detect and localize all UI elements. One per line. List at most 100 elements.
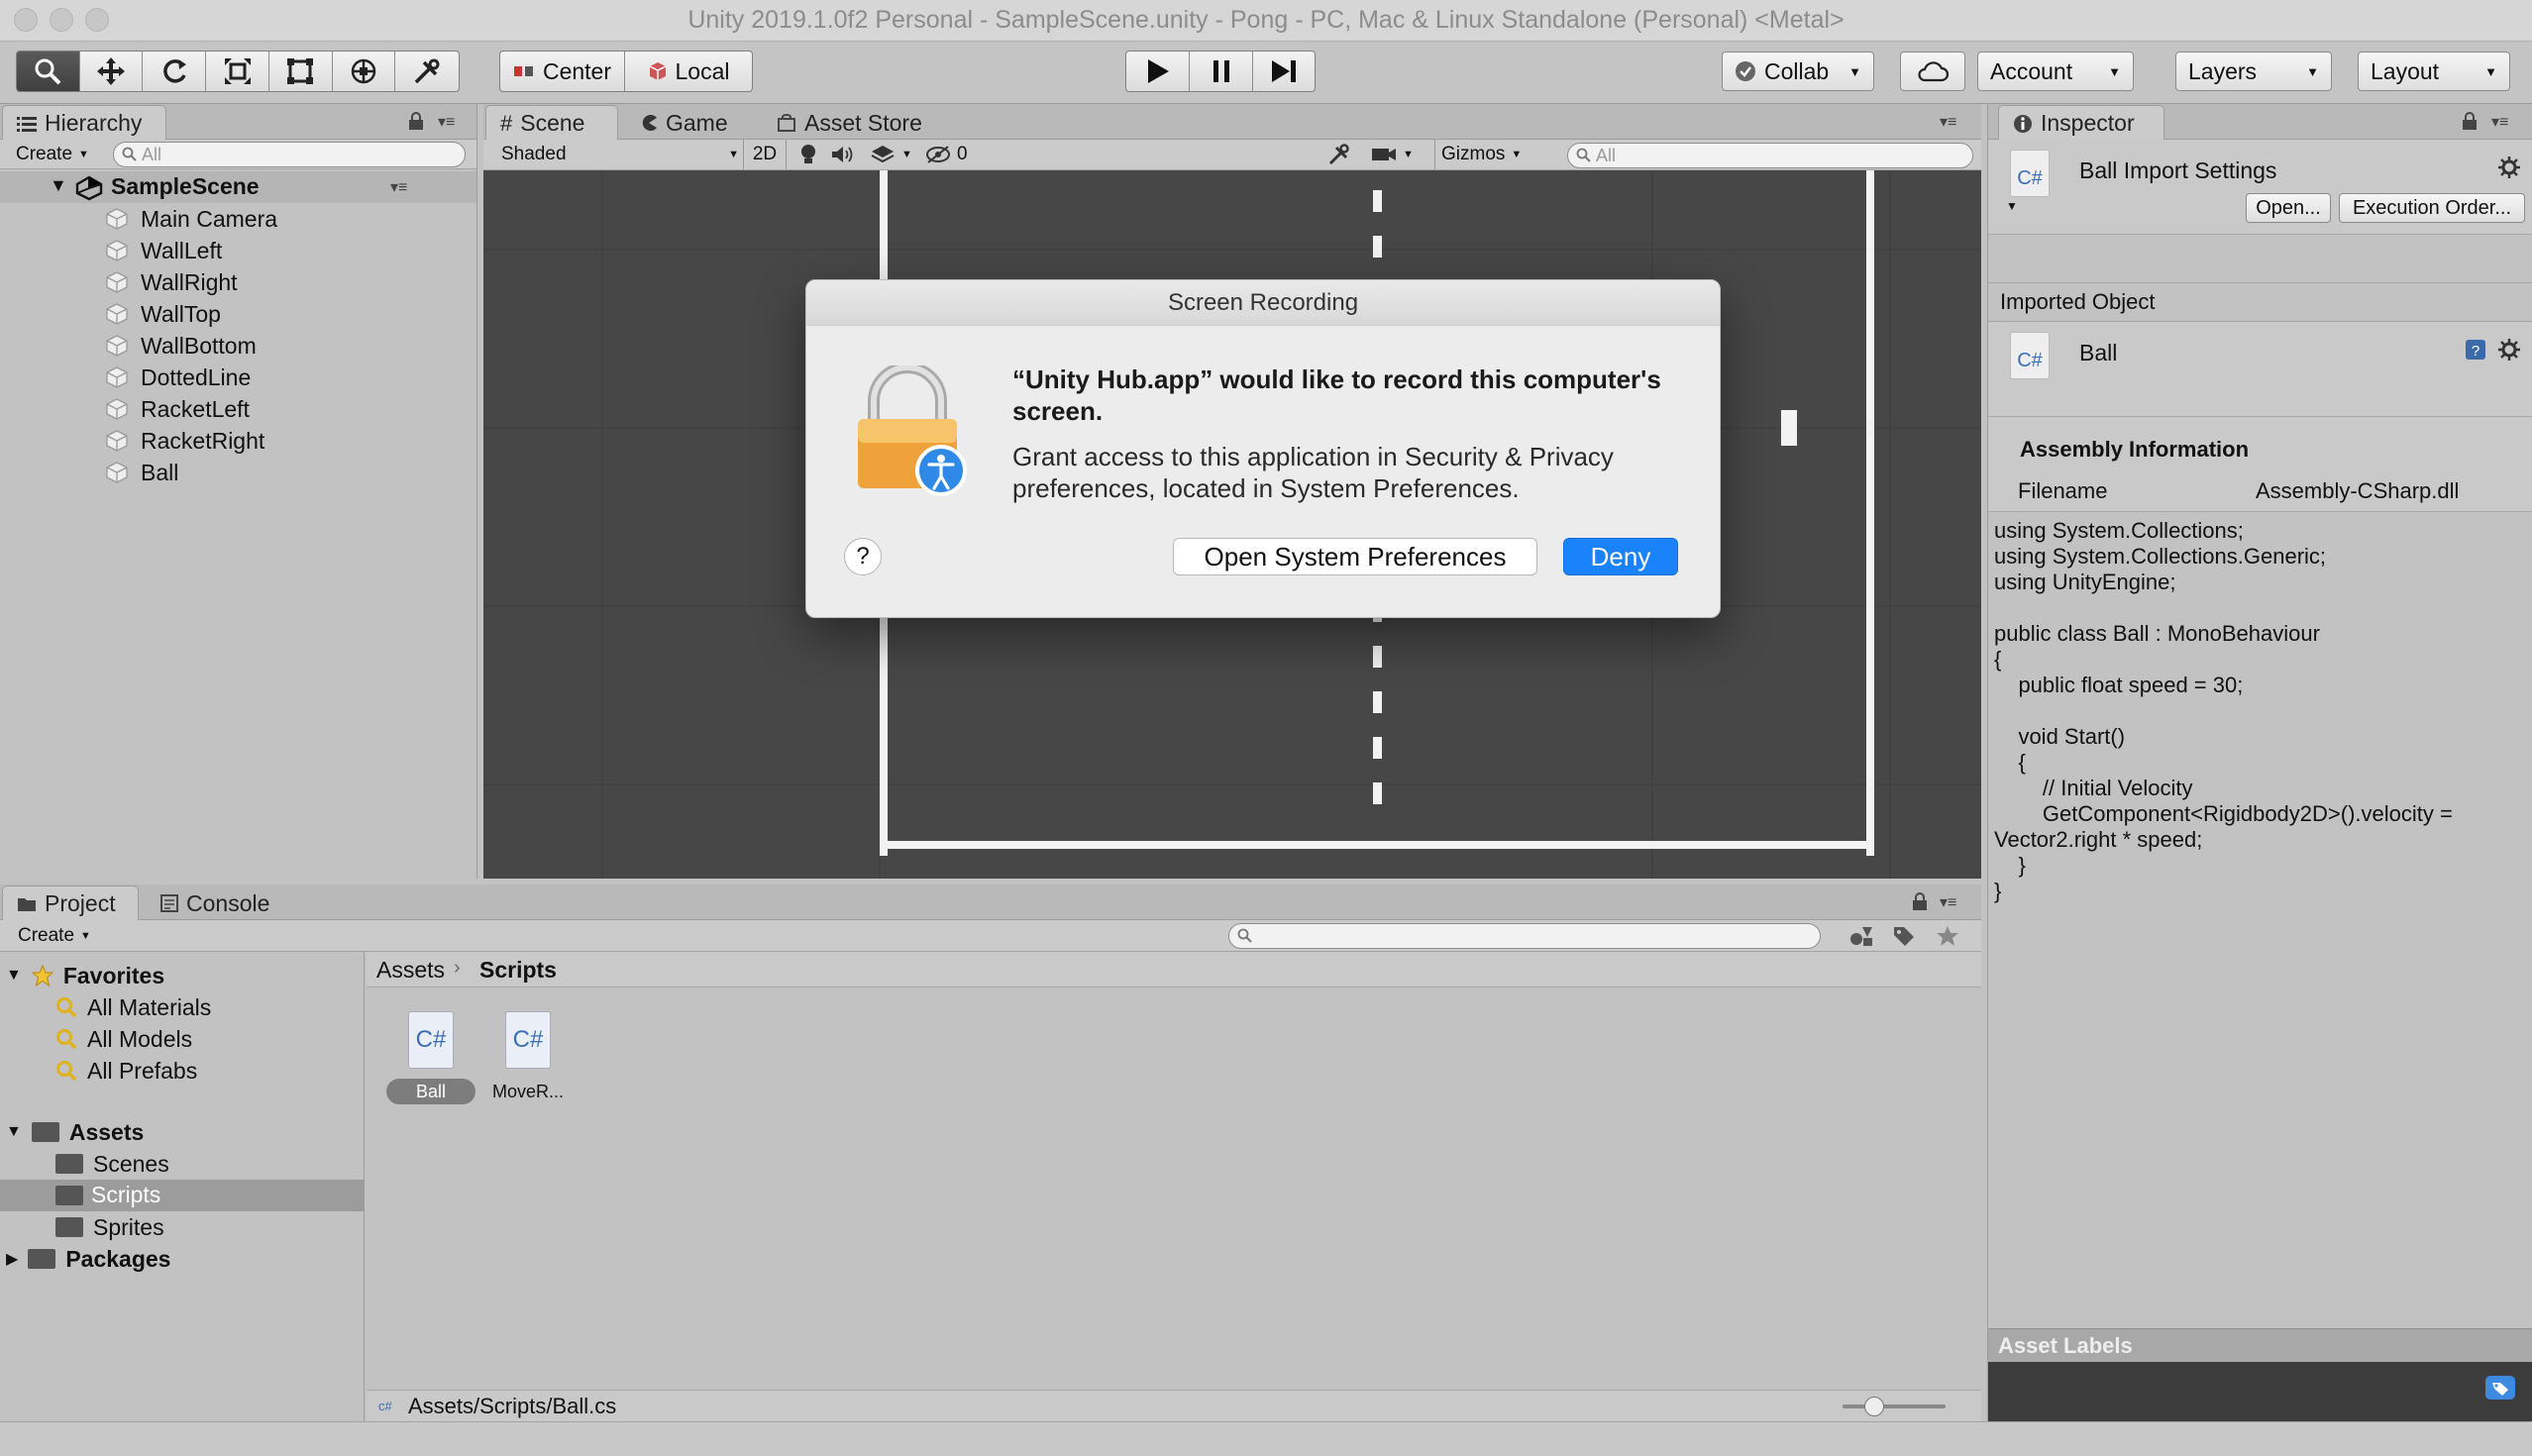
play-button[interactable]: [1126, 52, 1190, 91]
lock-icon[interactable]: [1912, 892, 1928, 910]
tab-inspector[interactable]: Inspector: [1998, 105, 2164, 141]
hierarchy-item[interactable]: RacketLeft: [105, 393, 250, 425]
rotate-tool-button[interactable]: [143, 52, 207, 91]
breadcrumb-root[interactable]: Assets: [376, 957, 445, 984]
folder-item-label: Sprites: [93, 1213, 164, 1240]
hierarchy-search-input[interactable]: All: [113, 142, 466, 167]
layers-dropdown[interactable]: Layers ▼: [2175, 52, 2332, 91]
lock-icon[interactable]: [408, 112, 424, 130]
hierarchy-item[interactable]: DottedLine: [105, 362, 251, 393]
assets-folder-item-selected[interactable]: Scripts: [0, 1180, 364, 1211]
panel-menu-icon[interactable]: ▾≡: [2491, 112, 2508, 132]
gear-icon[interactable]: [2497, 338, 2521, 362]
chevron-down-icon: ▼: [1848, 63, 1861, 79]
expand-triangle-icon[interactable]: ▼: [50, 175, 67, 196]
view-tool-button[interactable]: [17, 52, 80, 91]
scene-tools-button[interactable]: [1327, 140, 1351, 169]
scene-root-row[interactable]: ▼ SampleScene ▾≡: [0, 171, 476, 203]
effects-dropdown[interactable]: ▼: [870, 140, 912, 169]
shading-mode-label: Shaded: [501, 144, 567, 164]
shading-mode-dropdown[interactable]: Shaded ▼: [501, 140, 739, 169]
open-system-preferences-button[interactable]: Open System Preferences: [1173, 538, 1537, 575]
camera-dropdown[interactable]: ▼: [1371, 140, 1414, 169]
pacman-game-icon: [642, 115, 657, 131]
pivot-center-button[interactable]: Center: [500, 52, 625, 91]
search-filter-icon: [56, 1029, 77, 1050]
assets-section[interactable]: ▼ Assets: [6, 1116, 144, 1148]
favorites-item[interactable]: All Materials: [55, 991, 211, 1023]
tab-asset-store[interactable]: Asset Store: [763, 105, 936, 141]
dialog-heading: “Unity Hub.app” would like to record thi…: [1012, 364, 1661, 426]
panel-menu-icon[interactable]: ▾≡: [1940, 892, 1956, 912]
hierarchy-item[interactable]: WallBottom: [105, 330, 257, 362]
packages-section[interactable]: ▶ Packages: [6, 1243, 170, 1275]
assembly-header: Assembly Information: [2020, 437, 2250, 462]
breadcrumb-current[interactable]: Scripts: [479, 957, 557, 984]
expand-triangle-right-icon[interactable]: ▶: [6, 1249, 18, 1269]
step-button[interactable]: [1253, 52, 1315, 91]
help-button[interactable]: ?: [844, 538, 882, 575]
panel-menu-icon[interactable]: ▾≡: [1940, 112, 1956, 132]
gizmos-dropdown[interactable]: Gizmos ▼: [1434, 140, 1522, 169]
2d-toggle[interactable]: 2D: [743, 140, 787, 169]
tab-console[interactable]: Console: [147, 885, 283, 921]
expand-triangle-icon[interactable]: ▼: [6, 967, 22, 985]
file-item[interactable]: C# Ball: [386, 1011, 475, 1110]
hierarchy-item[interactable]: WallRight: [105, 266, 238, 298]
execution-order-button[interactable]: Execution Order...: [2339, 193, 2525, 223]
hidden-objects-toggle[interactable]: 0: [925, 140, 968, 169]
scale-tool-button[interactable]: [206, 52, 269, 91]
assets-folder-item[interactable]: Sprites: [55, 1211, 164, 1243]
hierarchy-item[interactable]: RacketRight: [105, 425, 264, 457]
lighting-toggle[interactable]: [798, 140, 818, 169]
hierarchy-item[interactable]: Main Camera: [105, 203, 277, 235]
icon-size-slider[interactable]: [1843, 1404, 1946, 1408]
tab-hierarchy[interactable]: Hierarchy: [2, 105, 166, 141]
folder-icon: [55, 1217, 83, 1237]
tab-game[interactable]: Game: [626, 105, 742, 141]
scene-search-input[interactable]: All: [1567, 143, 1973, 168]
filter-by-label-icon[interactable]: [1892, 925, 1916, 947]
gear-icon[interactable]: [2497, 156, 2521, 179]
star-favorite-icon[interactable]: [1936, 925, 1959, 947]
hierarchy-item-label: Ball: [141, 459, 179, 485]
expand-triangle-icon[interactable]: ▼: [2006, 199, 2018, 213]
deny-button[interactable]: Deny: [1563, 538, 1678, 575]
rect-tool-button[interactable]: [269, 52, 333, 91]
hierarchy-item[interactable]: WallLeft: [105, 235, 222, 266]
lock-icon[interactable]: [2462, 112, 2478, 130]
help-book-icon[interactable]: ?: [2464, 338, 2487, 362]
unity-scene-icon: [75, 175, 103, 201]
tab-scene[interactable]: # Scene: [485, 105, 618, 141]
hierarchy-item[interactable]: WallTop: [105, 298, 221, 330]
custom-tool-button[interactable]: [395, 52, 459, 91]
favorites-item[interactable]: All Prefabs: [55, 1055, 197, 1087]
slider-thumb[interactable]: [1864, 1397, 1884, 1416]
collab-dropdown[interactable]: Collab ▼: [1722, 52, 1874, 91]
transform-tool-button[interactable]: [333, 52, 396, 91]
cloud-button[interactable]: [1900, 52, 1965, 91]
scene-menu-icon[interactable]: ▾≡: [390, 177, 407, 197]
pause-button[interactable]: [1190, 52, 1253, 91]
hierarchy-create-dropdown[interactable]: Create ▼: [16, 140, 89, 169]
space-local-button[interactable]: Local: [625, 52, 752, 91]
audio-toggle[interactable]: [830, 140, 854, 169]
file-item[interactable]: C# MoveR...: [483, 1011, 573, 1110]
expand-triangle-icon[interactable]: ▼: [6, 1123, 22, 1141]
assets-folder-item[interactable]: Scenes: [55, 1148, 169, 1180]
panel-menu-icon[interactable]: ▾≡: [438, 112, 455, 132]
hierarchy-item[interactable]: Ball: [105, 457, 178, 488]
move-tool-button[interactable]: [80, 52, 144, 91]
tab-project[interactable]: Project: [2, 885, 139, 921]
folder-icon: [55, 1154, 83, 1174]
project-search-input[interactable]: [1228, 923, 1821, 949]
speaker-icon: [832, 147, 853, 162]
project-create-dropdown[interactable]: Create ▼: [18, 921, 91, 951]
account-dropdown[interactable]: Account ▼: [1977, 52, 2134, 91]
favorites-item[interactable]: All Models: [55, 1023, 192, 1055]
filter-by-type-icon[interactable]: [1848, 925, 1874, 947]
open-button[interactable]: Open...: [2246, 193, 2331, 223]
tag-icon[interactable]: [2485, 1376, 2515, 1400]
layout-dropdown[interactable]: Layout ▼: [2358, 52, 2510, 91]
favorites-section[interactable]: ▼ Favorites: [6, 960, 164, 991]
